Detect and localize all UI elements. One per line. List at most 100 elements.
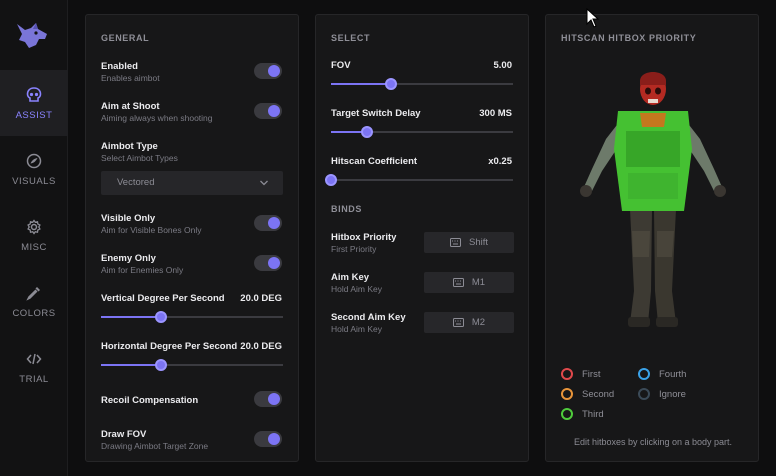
third-color-dot: [561, 408, 573, 420]
vertical-degree-value: 20.0 DEG: [240, 293, 282, 304]
draw-fov-toggle[interactable]: [254, 431, 282, 447]
aim-at-shoot-label: Aim at Shoot: [101, 101, 160, 112]
slider-thumb[interactable]: [385, 78, 398, 90]
hitscan-coefficient-label: Hitscan Coefficient: [331, 156, 418, 167]
second-aim-key-key: M2: [471, 317, 486, 328]
second-aim-key-description: Hold Aim Key: [331, 324, 383, 334]
wolf-logo-icon: [14, 20, 50, 52]
hitscan-coefficient-slider[interactable]: [325, 174, 513, 186]
section-title-general: GENERAL: [101, 33, 150, 43]
section-title-binds: BINDS: [331, 204, 363, 214]
legend-third: Third: [561, 408, 604, 420]
second-color-dot: [561, 388, 573, 400]
draw-fov-label: Draw FOV: [101, 429, 147, 440]
enabled-label: Enabled: [101, 61, 138, 72]
aimbot-type-selected: Vectored: [117, 177, 155, 188]
slider-thumb[interactable]: [155, 359, 168, 371]
hitscan-coefficient-value: x0.25: [488, 156, 512, 167]
keyboard-icon: [452, 318, 464, 327]
target-switch-delay-value: 300 MS: [479, 108, 512, 119]
aimbot-type-label: Aimbot Type: [101, 141, 158, 152]
second-aim-key-keybind-button[interactable]: M2: [424, 312, 514, 333]
toggle-knob: [268, 217, 280, 229]
sidebar-item-misc[interactable]: MISC: [0, 202, 68, 268]
aim-at-shoot-description: Aiming always when shooting: [101, 113, 213, 123]
sidebar: ASSIST VISUALS MISC COLORS TRIAL: [0, 0, 68, 476]
vertical-degree-label: Vertical Degree Per Second: [101, 293, 225, 304]
eyedropper-icon: [25, 284, 43, 302]
enabled-toggle[interactable]: [254, 63, 282, 79]
hitbox-priority-key: Shift: [468, 237, 488, 248]
sidebar-item-label: MISC: [21, 241, 47, 253]
character-hitbox-model: [580, 72, 726, 327]
keyboard-icon: [449, 238, 461, 247]
hitbox-panel: HITSCAN HITBOX PRIORITY First Second Thi…: [545, 14, 759, 462]
horizontal-degree-slider[interactable]: [101, 359, 283, 371]
visible-only-toggle[interactable]: [254, 215, 282, 231]
skull-icon: [25, 86, 43, 104]
first-color-dot: [561, 368, 573, 380]
visible-only-description: Aim for Visible Bones Only: [101, 225, 202, 235]
aimbot-type-dropdown[interactable]: Vectored: [101, 171, 283, 195]
legend-fourth: Fourth: [638, 368, 686, 380]
legend-label: First: [582, 368, 601, 380]
hitbox-torso[interactable]: [614, 111, 692, 211]
enemy-only-description: Aim for Enemies Only: [101, 265, 184, 275]
fov-label: FOV: [331, 60, 351, 71]
chevron-down-icon: [260, 180, 268, 186]
slider-thumb[interactable]: [325, 174, 337, 186]
hitbox-priority-keybind-button[interactable]: Shift: [424, 232, 514, 253]
section-title-select: SELECT: [331, 33, 371, 43]
horizontal-degree-value: 20.0 DEG: [240, 341, 282, 352]
sidebar-item-label: TRIAL: [19, 373, 49, 385]
fov-slider[interactable]: [331, 78, 513, 90]
select-panel: SELECT FOV 5.00 Target Switch Delay 300 …: [315, 14, 529, 462]
toggle-knob: [268, 257, 280, 269]
sidebar-item-trial[interactable]: TRIAL: [0, 334, 68, 400]
legend-label: Ignore: [659, 388, 686, 400]
legend-label: Fourth: [659, 368, 687, 380]
target-switch-delay-slider[interactable]: [331, 126, 513, 138]
mouse-cursor-icon: [586, 8, 600, 28]
draw-fov-description: Drawing Aimbot Target Zone: [101, 441, 209, 451]
toggle-knob: [268, 65, 280, 77]
legend-label: Third: [582, 408, 604, 420]
aim-key-description: Hold Aim Key: [331, 284, 383, 294]
toggle-knob: [268, 433, 280, 445]
fov-value: 5.00: [493, 60, 513, 71]
sidebar-item-visuals[interactable]: VISUALS: [0, 136, 68, 202]
hitbox-head[interactable]: [640, 72, 666, 105]
hitbox-legs[interactable]: [628, 209, 678, 327]
legend-label: Second: [582, 388, 615, 400]
vertical-degree-slider[interactable]: [101, 311, 283, 323]
ignore-color-dot: [638, 388, 650, 400]
aim-key-key: M1: [471, 277, 486, 288]
toggle-knob: [268, 105, 280, 117]
recoil-compensation-toggle[interactable]: [254, 391, 282, 407]
code-icon: [25, 350, 43, 368]
section-title-hitbox: HITSCAN HITBOX PRIORITY: [561, 33, 697, 43]
fourth-color-dot: [638, 368, 650, 380]
target-switch-delay-label: Target Switch Delay: [331, 108, 421, 119]
slider-thumb[interactable]: [155, 311, 168, 323]
horizontal-degree-label: Horizontal Degree Per Second: [101, 341, 238, 352]
enemy-only-label: Enemy Only: [101, 253, 156, 264]
aim-key-keybind-button[interactable]: M1: [424, 272, 514, 293]
sidebar-item-assist[interactable]: ASSIST: [0, 70, 68, 136]
enabled-description: Enables aimbot: [101, 73, 160, 83]
visible-only-label: Visible Only: [101, 213, 156, 224]
general-panel: GENERAL Enabled Enables aimbot Aim at Sh…: [85, 14, 299, 462]
enemy-only-toggle[interactable]: [254, 255, 282, 271]
hitbox-hint-text: Edit hitboxes by clicking on a body part…: [573, 437, 733, 447]
sidebar-item-label: COLORS: [12, 307, 56, 319]
sidebar-item-colors[interactable]: COLORS: [0, 268, 68, 334]
sidebar-item-label: VISUALS: [12, 175, 56, 187]
keyboard-icon: [452, 278, 464, 287]
hitbox-priority-description: First Priority: [331, 244, 377, 254]
toggle-knob: [268, 393, 280, 405]
legend-ignore: Ignore: [638, 388, 686, 400]
recoil-compensation-label: Recoil Compensation: [101, 395, 199, 406]
aimbot-type-description: Select Aimbot Types: [101, 153, 178, 163]
slider-thumb[interactable]: [361, 126, 374, 138]
aim-at-shoot-toggle[interactable]: [254, 103, 282, 119]
